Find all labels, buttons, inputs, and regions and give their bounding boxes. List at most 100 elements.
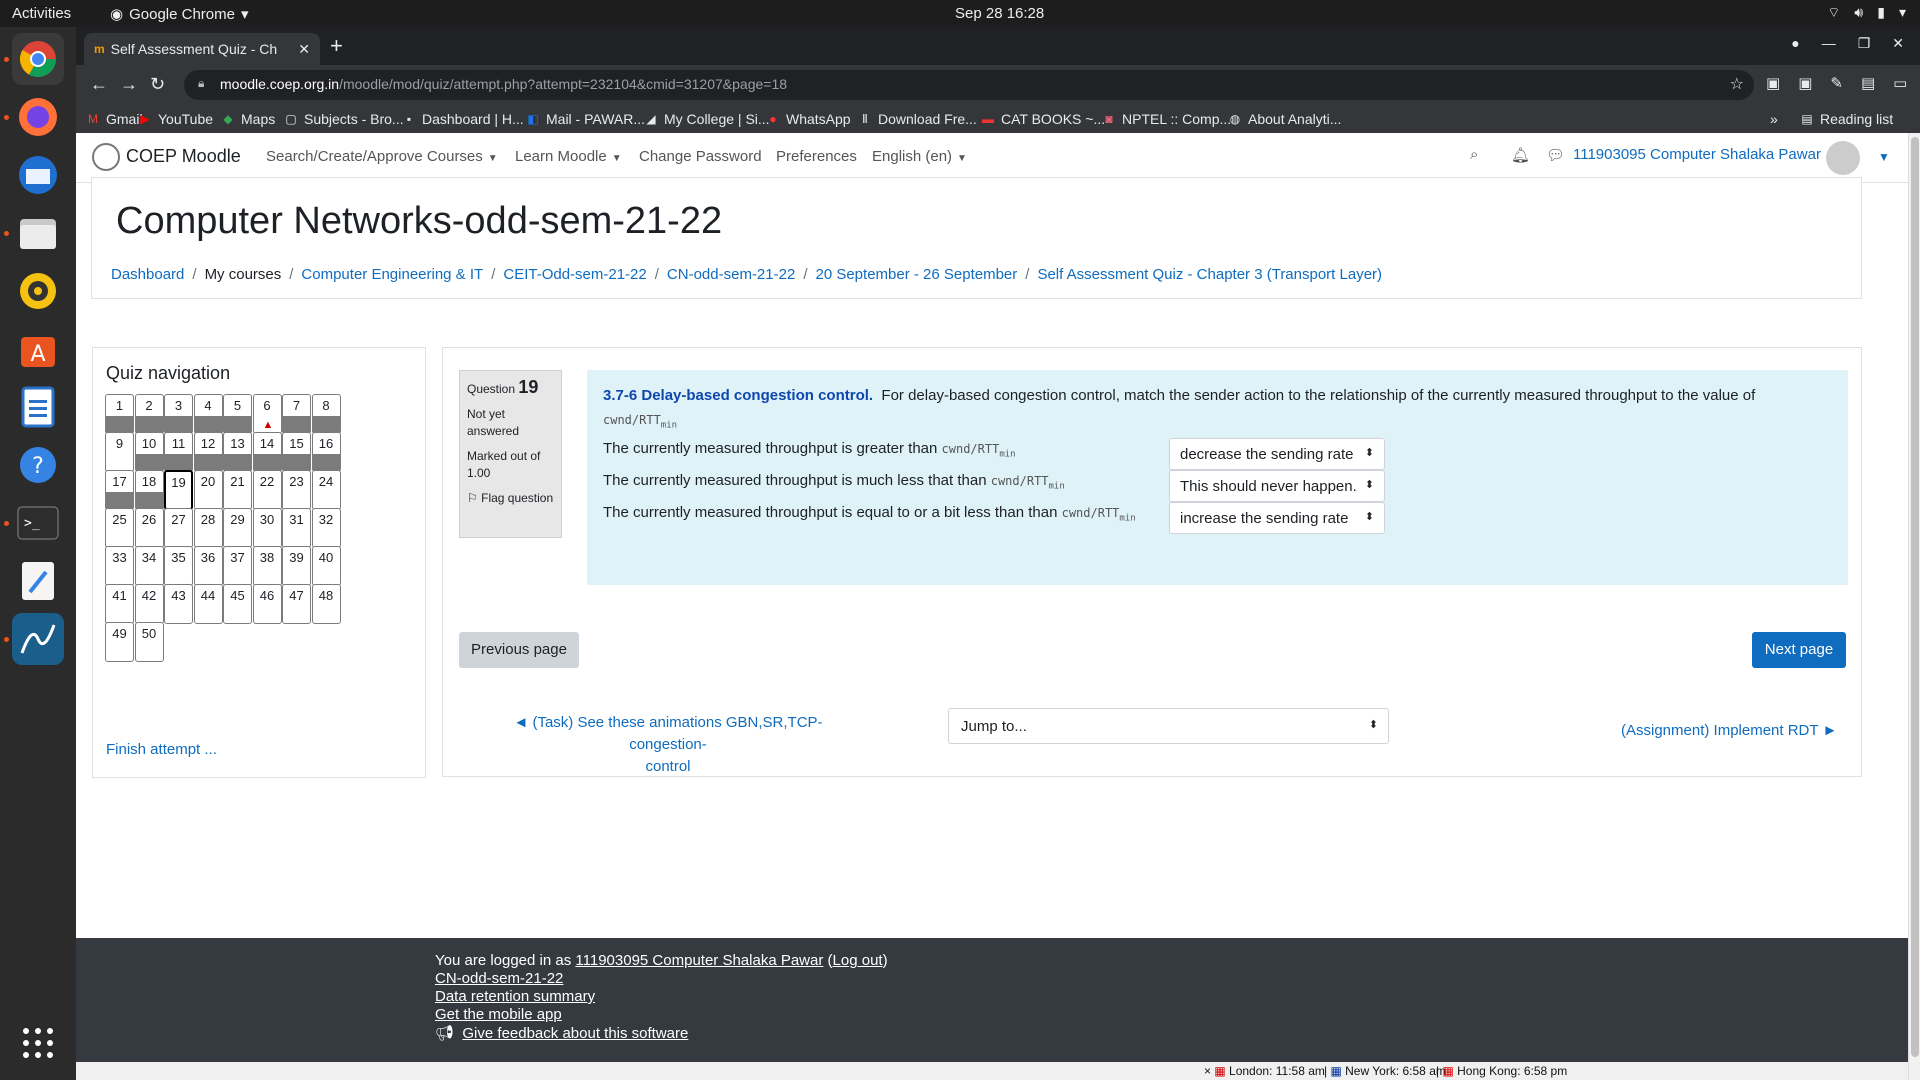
quiz-nav-button[interactable]: 4 xyxy=(193,394,223,434)
quiz-nav-button[interactable]: 24 xyxy=(311,470,341,510)
back-icon[interactable] xyxy=(74,74,79,95)
quiz-nav-button[interactable]: 11 xyxy=(164,432,193,472)
breadcrumb-course[interactable]: CN-odd-sem-21-22 xyxy=(667,266,795,283)
breadcrumb-section[interactable]: 20 September - 26 September xyxy=(815,266,1017,283)
breadcrumb-dashboard[interactable]: Dashboard xyxy=(111,266,184,283)
text-editor-icon[interactable] xyxy=(12,555,64,607)
quiz-nav-button[interactable]: 7 xyxy=(282,394,311,434)
quiz-nav-button[interactable]: 50 xyxy=(134,622,164,662)
wireshark-icon[interactable] xyxy=(12,613,64,665)
bookmark-maps[interactable]: ◆ Maps xyxy=(221,111,275,127)
rhythmbox-icon[interactable] xyxy=(12,265,64,317)
flag-question[interactable]: ⚐ Flag question xyxy=(467,490,554,507)
quiz-nav-button[interactable]: 20 xyxy=(193,470,223,510)
bookmark-subjects[interactable]: ▢ Subjects - Bro... xyxy=(284,111,403,127)
chrome-icon[interactable] xyxy=(12,33,64,85)
nav-learn-moodle[interactable]: Learn Moodle ▼ xyxy=(515,148,622,165)
show-apps-icon[interactable] xyxy=(12,1017,64,1069)
quiz-nav-button[interactable]: 41 xyxy=(105,584,134,624)
finish-attempt-link[interactable]: Finish attempt ... xyxy=(106,741,217,758)
quiz-nav-button[interactable]: 35 xyxy=(164,546,193,586)
match-select-3[interactable]: increase the sending rate ⬍ xyxy=(1169,502,1385,534)
quiz-nav-button[interactable]: 38 xyxy=(252,546,282,586)
quiz-nav-button[interactable]: 42 xyxy=(134,584,164,624)
bookmark-gmail[interactable]: M Gmail xyxy=(86,111,143,127)
system-tray[interactable]: ⌔ 🔊︎ ▮ ▾ xyxy=(1827,4,1906,22)
activities-button[interactable]: Activities xyxy=(12,5,71,22)
bookmark-mail[interactable]: ◧ Mail - PAWAR... xyxy=(526,111,645,127)
quiz-nav-button[interactable]: 13 xyxy=(223,432,252,472)
quiz-nav-button[interactable]: 28 xyxy=(193,508,223,548)
browser-tab[interactable]: m Self Assessment Quiz - Ch ✕ xyxy=(84,33,320,65)
match-select-1[interactable]: decrease the sending rate ⬍ xyxy=(1169,438,1385,470)
quiz-nav-button[interactable]: 49 xyxy=(105,622,134,662)
bookmark-dashboard[interactable]: ▪ Dashboard | H... xyxy=(402,111,524,127)
quiz-nav-button[interactable]: 15 xyxy=(282,432,311,472)
close-icon[interactable]: ✕ xyxy=(298,41,310,58)
close-icon[interactable]: ✕ xyxy=(1892,35,1904,52)
files-icon[interactable] xyxy=(12,207,64,259)
terminal-icon[interactable]: >_ xyxy=(12,497,64,549)
quiz-nav-button[interactable]: 27 xyxy=(164,508,193,548)
writer-icon[interactable] xyxy=(12,381,64,433)
quiz-nav-button[interactable]: 19 xyxy=(164,470,193,510)
quiz-nav-button[interactable]: 2 xyxy=(134,394,164,434)
help-icon[interactable]: ? xyxy=(12,439,64,491)
quiz-nav-button[interactable]: 6 ▲ xyxy=(252,394,282,434)
nav-change-password[interactable]: Change Password xyxy=(639,148,762,165)
quiz-nav-button[interactable]: 9 xyxy=(105,432,134,472)
chevron-down-icon[interactable]: ▼ xyxy=(1878,150,1890,164)
quiz-nav-button[interactable]: 14 xyxy=(252,432,282,472)
match-select-2[interactable]: This should never happen. ⬍ xyxy=(1169,470,1385,502)
quiz-nav-button[interactable]: 30 xyxy=(252,508,282,548)
quiz-nav-button[interactable]: 17 xyxy=(105,470,134,510)
reload-icon[interactable]: ↻ xyxy=(150,74,165,95)
logout-link[interactable]: Log out xyxy=(833,952,883,969)
bookmark-youtube[interactable]: ▶ YouTube xyxy=(138,111,213,127)
quiz-nav-button[interactable]: 22 xyxy=(252,470,282,510)
bookmark-nptel[interactable]: ◙ NPTEL :: Comp... xyxy=(1102,111,1231,127)
firefox-icon[interactable] xyxy=(12,91,64,143)
feedback-link-row[interactable]: 📢︎ Give feedback about this software xyxy=(435,1024,688,1042)
quiz-nav-button[interactable]: 39 xyxy=(282,546,311,586)
quiz-nav-button[interactable]: 3 xyxy=(164,394,193,434)
quiz-nav-button[interactable]: 12 xyxy=(193,432,223,472)
bookmark-analytics[interactable]: ◍ About Analyti... xyxy=(1228,111,1342,127)
page-scrollbar[interactable] xyxy=(1908,133,1920,1080)
quiz-nav-button[interactable]: 26 xyxy=(134,508,164,548)
nav-preferences[interactable]: Preferences xyxy=(776,148,857,165)
reading-list-button[interactable]: ▤ Reading list xyxy=(1800,111,1893,127)
mobile-app-link[interactable]: Get the mobile app xyxy=(435,1006,562,1023)
previous-activity-link[interactable]: ◄ (Task) See these animations GBN,SR,TCP… xyxy=(503,712,833,778)
nav-search-create-courses[interactable]: Search/Create/Approve Courses ▼ xyxy=(266,148,498,165)
quiz-nav-button[interactable]: 21 xyxy=(223,470,252,510)
quiz-nav-button[interactable]: 1 xyxy=(105,394,134,434)
thunderbird-icon[interactable] xyxy=(12,149,64,201)
nav-language[interactable]: English (en) ▼ xyxy=(872,148,967,165)
next-activity-link[interactable]: (Assignment) Implement RDT ► xyxy=(1621,722,1837,739)
clock[interactable]: Sep 28 16:28 xyxy=(955,5,1044,22)
address-bar[interactable]: 🔒︎ moodle.coep.org.in/moodle/mod/quiz/at… xyxy=(184,70,1754,100)
back-arrow-icon[interactable]: ← xyxy=(90,74,108,95)
bookmark-cat-books[interactable]: ▬ CAT BOOKS ~... xyxy=(981,111,1105,127)
quiz-nav-button[interactable]: 43 xyxy=(164,584,193,624)
forward-icon[interactable]: → xyxy=(120,74,138,95)
more-bookmarks-button[interactable]: » xyxy=(1770,111,1778,127)
quiz-nav-button[interactable]: 33 xyxy=(105,546,134,586)
scrollbar-thumb[interactable] xyxy=(1911,137,1919,1057)
quiz-nav-button[interactable]: 45 xyxy=(223,584,252,624)
bookmark-my-college[interactable]: ◢ My College | Si... xyxy=(644,111,769,127)
search-icon[interactable]: ⌕ xyxy=(1470,146,1478,163)
breadcrumb-category[interactable]: Computer Engineering & IT xyxy=(301,266,483,283)
site-brand[interactable]: COEP Moodle xyxy=(126,146,241,167)
bookmark-star-icon[interactable]: ☆ xyxy=(1730,74,1744,94)
extension-icon[interactable]: ✎ xyxy=(1830,74,1843,92)
breadcrumb-quiz[interactable]: Self Assessment Quiz - Chapter 3 (Transp… xyxy=(1037,266,1382,283)
extension-icon[interactable]: ▣ xyxy=(1766,74,1780,92)
extension-icon[interactable]: ▭ xyxy=(1893,74,1907,92)
bookmark-download[interactable]: Ⅱ Download Fre... xyxy=(858,111,977,127)
quiz-nav-button[interactable]: 25 xyxy=(105,508,134,548)
quiz-nav-button[interactable]: 37 xyxy=(223,546,252,586)
quiz-nav-button[interactable]: 46 xyxy=(252,584,282,624)
footer-course-link[interactable]: CN-odd-sem-21-22 xyxy=(435,970,563,987)
